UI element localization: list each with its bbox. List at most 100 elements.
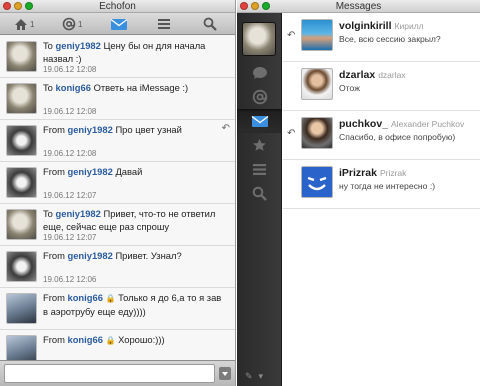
message-username[interactable]: konig66 xyxy=(56,82,91,93)
message-text: From geniy1982 Про цвет узнай xyxy=(43,124,221,137)
speech-bubble-icon xyxy=(252,67,267,79)
conversation-realname: dzarlax xyxy=(378,70,406,80)
avatar[interactable] xyxy=(301,68,333,100)
at-icon xyxy=(62,17,76,31)
reply-icon: ↶ xyxy=(287,30,296,41)
message-text: From konig66 🔒 Только я до 6,а то я завт… xyxy=(43,292,221,318)
reply-icon[interactable]: ↶ xyxy=(222,123,230,134)
avatar[interactable] xyxy=(6,41,37,72)
conversation-list[interactable]: ↶ volginkirill Кирилл Все, всю сессию зак… xyxy=(283,13,480,386)
sidebar-item-mentions[interactable] xyxy=(237,85,282,109)
message-direction: To xyxy=(43,82,53,93)
search-icon xyxy=(252,186,267,201)
message-username[interactable]: konig66 xyxy=(67,334,102,345)
conversation-realname: Кирилл xyxy=(394,21,424,31)
lock-icon: 🔒 xyxy=(105,294,116,303)
lists-tab[interactable] xyxy=(157,15,171,33)
message-username[interactable]: geniy1982 xyxy=(67,250,112,261)
mentions-tab[interactable]: 1 xyxy=(62,15,82,33)
conversation-username: iPrizrak xyxy=(339,167,377,179)
avatar[interactable] xyxy=(6,125,37,156)
avatar[interactable] xyxy=(6,209,37,240)
avatar[interactable] xyxy=(301,117,333,149)
window-title: Messages xyxy=(335,1,382,12)
conversation-item[interactable]: ↶ volginkirill Кирилл Все, всю сессию зак… xyxy=(283,13,480,62)
window-title: Echofon xyxy=(99,1,136,12)
message-list[interactable]: To geniy1982 Цену бы он для начала назва… xyxy=(0,36,235,360)
home-count: 1 xyxy=(30,19,35,29)
message-username[interactable]: geniy1982 xyxy=(56,40,101,51)
sidebar-item-lists[interactable] xyxy=(237,157,282,181)
message-item[interactable]: From konig66 🔒 Хорошо:))) xyxy=(0,330,235,360)
avatar[interactable] xyxy=(6,251,37,282)
message-item[interactable]: To geniy1982 Цену бы он для начала назва… xyxy=(0,36,235,78)
message-text: From geniy1982 Привет. Узнал? xyxy=(43,250,221,263)
echofon-window: Echofon 1 1 To geniy1982 Цену бы он для … xyxy=(0,0,236,386)
smiley-icon xyxy=(307,176,327,191)
list-icon xyxy=(158,19,170,29)
messages-tab[interactable] xyxy=(110,15,128,33)
conversation-item[interactable]: dzarlax dzarlax Отож xyxy=(283,62,480,111)
compose-icon[interactable]: ✎ xyxy=(245,371,253,382)
avatar[interactable] xyxy=(6,167,37,198)
sidebar-item-favorites[interactable] xyxy=(237,133,282,157)
mentions-count: 1 xyxy=(78,19,83,29)
avatar[interactable] xyxy=(301,19,333,51)
message-time: 19.06.12 12:07 xyxy=(43,191,97,200)
message-input[interactable] xyxy=(4,364,215,383)
conversation-name: dzarlax dzarlax xyxy=(339,69,406,81)
avatar[interactable] xyxy=(6,335,37,360)
search-tab[interactable] xyxy=(203,15,217,33)
reply-icon: ↶ xyxy=(287,128,296,139)
message-item[interactable]: From geniy1982 Привет. Узнал? 19.06.12 1… xyxy=(0,246,235,288)
envelope-icon xyxy=(110,18,128,30)
star-icon xyxy=(253,139,266,151)
conversation-username: dzarlax xyxy=(339,69,376,81)
conversation-preview: ну тогда не интересно :) xyxy=(339,181,436,191)
message-username[interactable]: konig66 xyxy=(67,292,102,303)
message-item[interactable]: To geniy1982 Привет, что-то не ответил е… xyxy=(0,204,235,246)
message-time: 19.06.12 12:07 xyxy=(43,233,97,242)
message-item[interactable]: From geniy1982 Про цвет узнай ↶ 19.06.12… xyxy=(0,120,235,162)
sidebar-item-search[interactable] xyxy=(237,181,282,205)
message-direction: To xyxy=(43,40,53,51)
message-body: Давай xyxy=(115,166,143,177)
message-time: 19.06.12 12:08 xyxy=(43,107,97,116)
message-body: Привет, что-то не ответил xyxy=(103,208,216,219)
avatar[interactable] xyxy=(301,166,333,198)
send-button[interactable] xyxy=(219,367,231,380)
conversation-realname: Prizrak xyxy=(379,168,407,178)
echofon-titlebar: Echofon xyxy=(0,0,235,13)
message-item[interactable]: From konig66 🔒 Только я до 6,а то я завт… xyxy=(0,288,235,330)
search-icon xyxy=(203,17,217,31)
chevron-down-icon[interactable]: ▾ xyxy=(259,371,264,382)
conversation-name: iPrizrak Prizrak xyxy=(339,167,406,179)
message-time: 19.06.12 12:08 xyxy=(43,65,97,74)
message-body: Привет. Узнал? xyxy=(115,250,182,261)
conversation-item[interactable]: iPrizrak Prizrak ну тогда не интересно :) xyxy=(283,160,480,209)
message-direction: From xyxy=(43,166,65,177)
echofon-toolbar: 1 1 xyxy=(0,13,235,35)
conversation-username: volginkirill xyxy=(339,20,392,32)
sidebar-item-timeline[interactable] xyxy=(237,61,282,85)
message-text: From konig66 🔒 Хорошо:))) xyxy=(43,334,221,348)
message-username[interactable]: geniy1982 xyxy=(67,124,112,135)
message-body: Хорошо:))) xyxy=(118,334,165,345)
message-body-line2: назвал :) xyxy=(43,52,82,64)
account-avatar[interactable] xyxy=(242,22,276,56)
messages-window: Messages ✎ ▾ ↶ volginkirill Кирилл Все, … xyxy=(237,0,480,386)
sidebar: ✎ ▾ xyxy=(237,13,282,386)
message-text: To geniy1982 Цену бы он для начала назва… xyxy=(43,40,221,65)
message-item[interactable]: From geniy1982 Давай 19.06.12 12:07 xyxy=(0,162,235,204)
avatar[interactable] xyxy=(6,83,37,114)
message-direction: From xyxy=(43,124,65,135)
avatar[interactable] xyxy=(6,293,37,324)
conversation-name: puchkov_ Alexander Puchkov xyxy=(339,118,464,130)
message-username[interactable]: geniy1982 xyxy=(67,166,112,177)
message-username[interactable]: geniy1982 xyxy=(56,208,101,219)
home-tab[interactable]: 1 xyxy=(14,15,34,33)
sidebar-item-messages[interactable] xyxy=(237,109,282,133)
message-item[interactable]: To konig66 Ответь на iMessage :) 19.06.1… xyxy=(0,78,235,120)
conversation-preview: Отож xyxy=(339,83,360,93)
conversation-item[interactable]: ↶ puchkov_ Alexander Puchkov Спасибо, в о… xyxy=(283,111,480,160)
